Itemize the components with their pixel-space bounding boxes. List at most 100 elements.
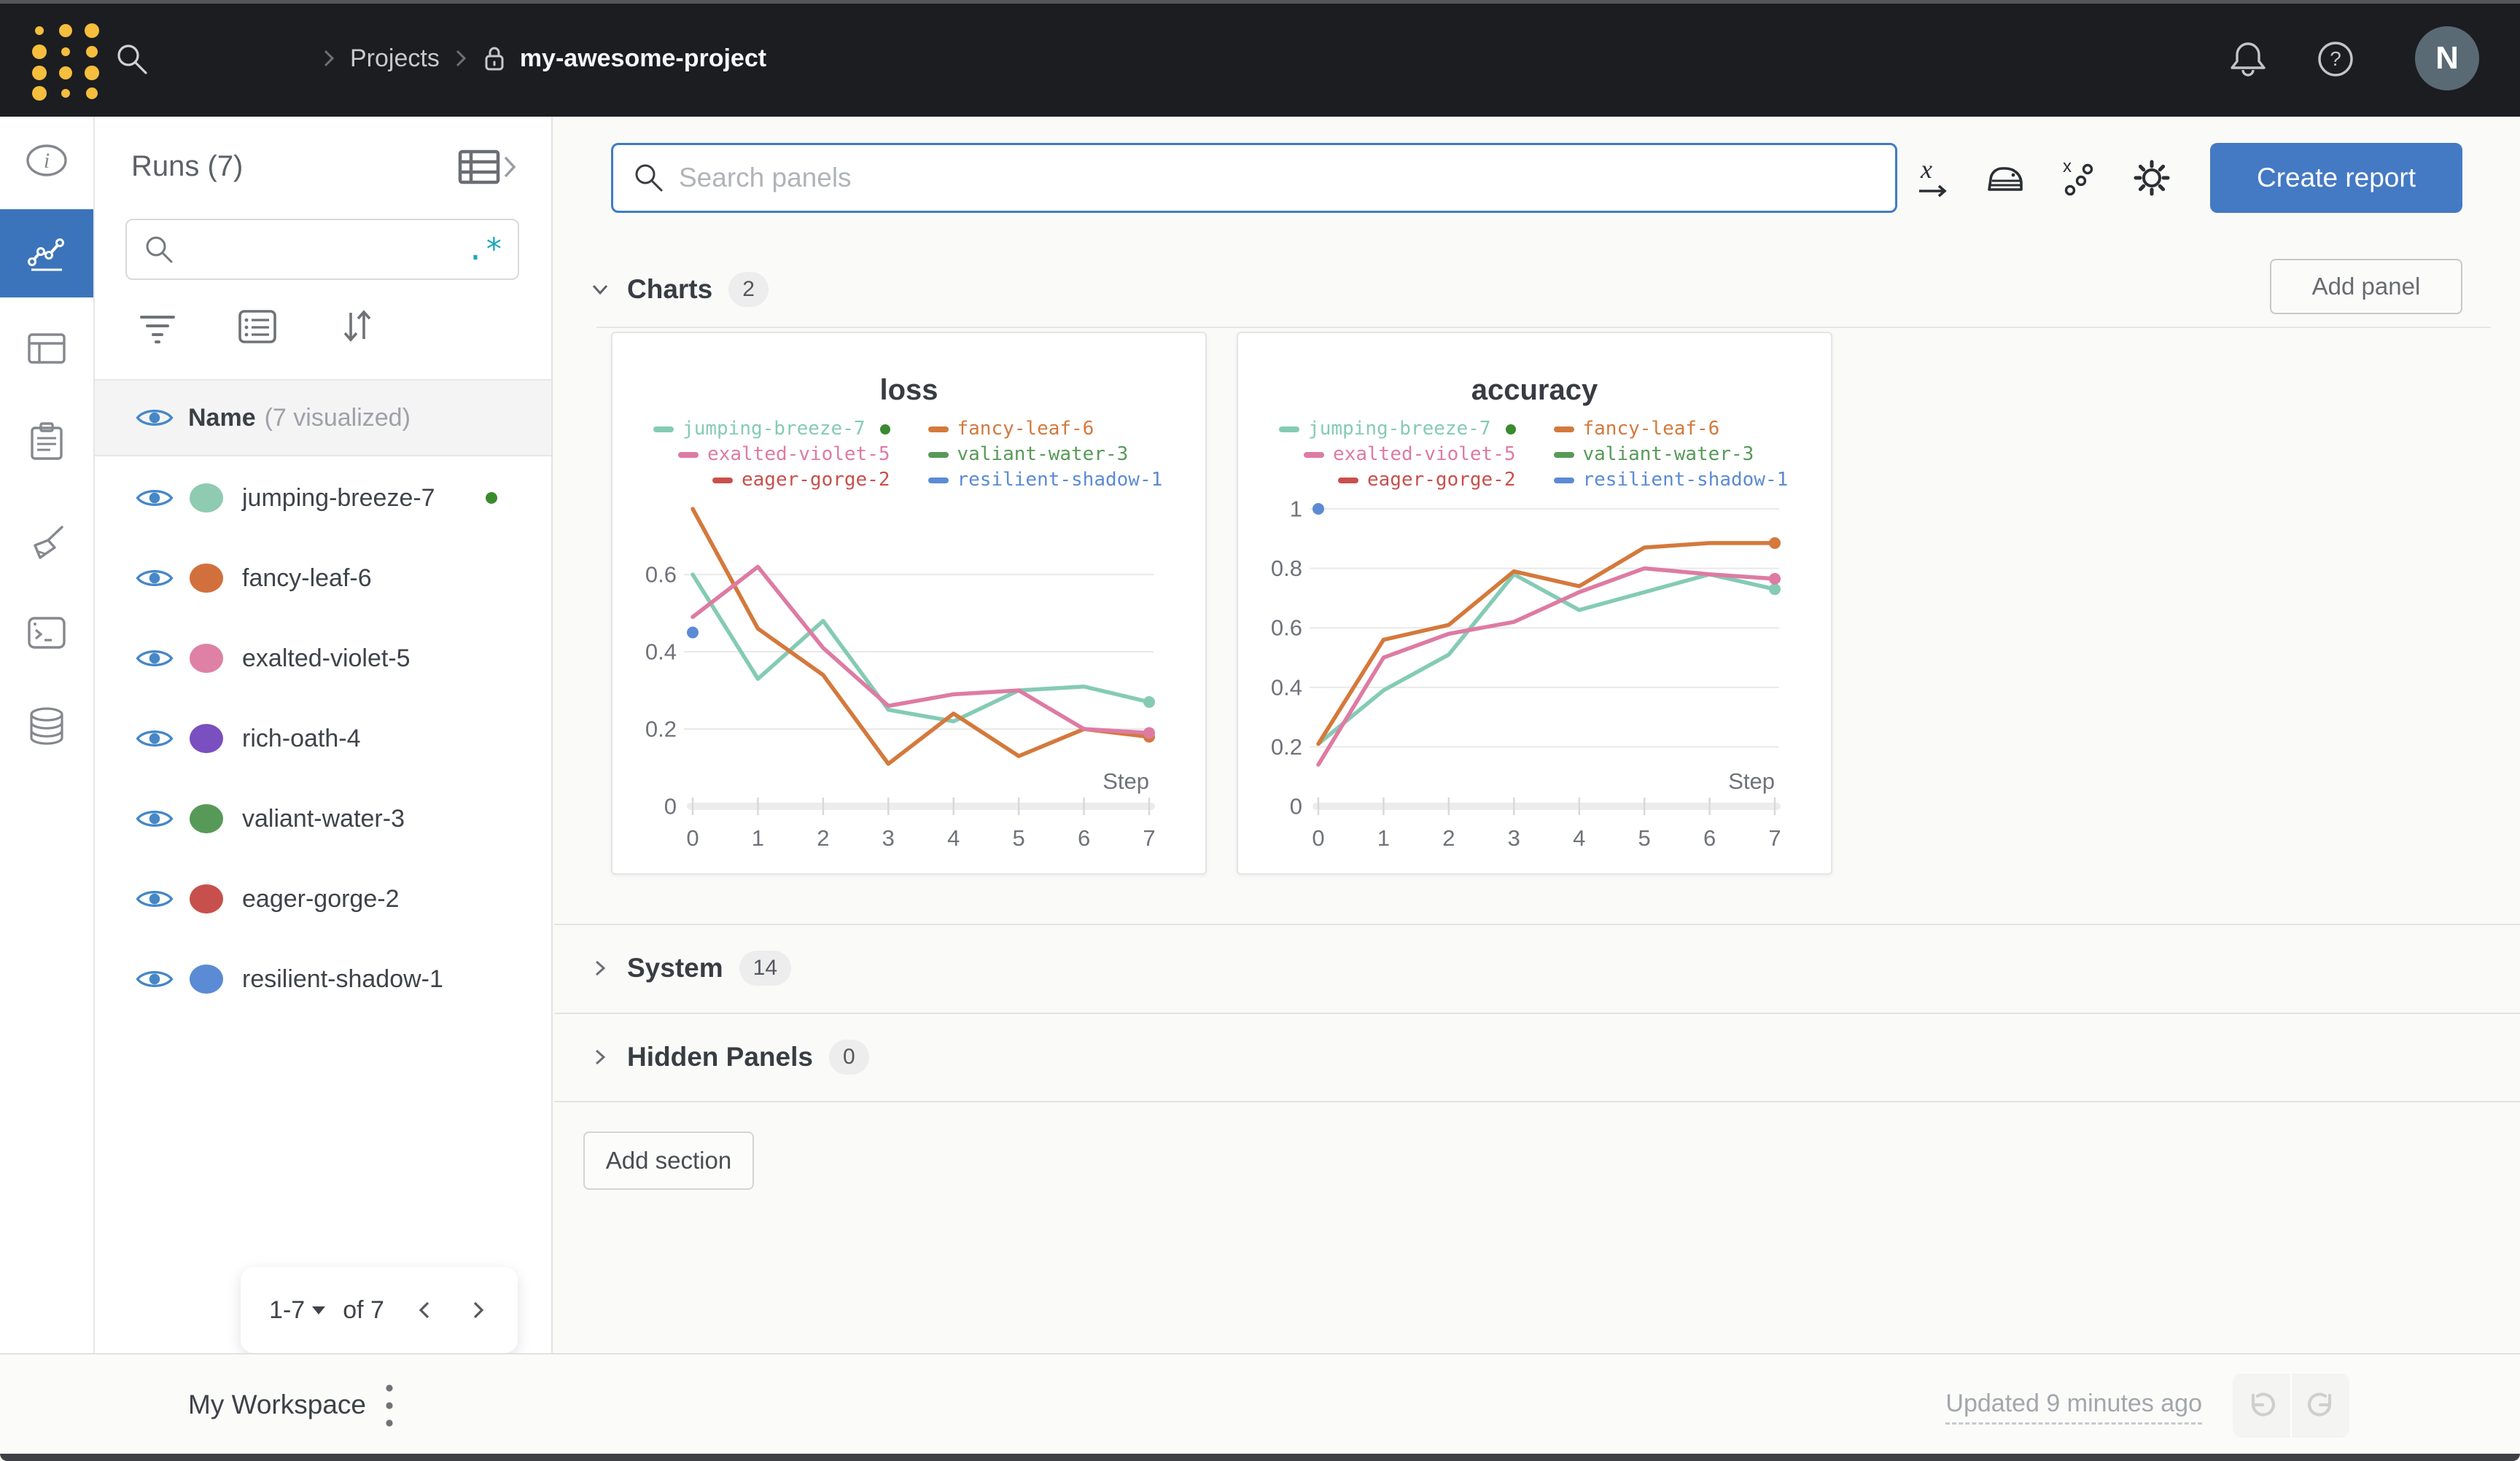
run-name: resilient-shadow-1 (242, 965, 443, 993)
chevron-right-icon (595, 960, 606, 976)
line-chart-icon (28, 238, 64, 270)
run-name: rich-oath-4 (242, 724, 361, 752)
redo-icon[interactable] (2292, 1374, 2349, 1438)
breadcrumb-chevron-icon (324, 50, 335, 67)
window-bottom-edge (0, 1454, 2520, 1461)
run-visibility-eye-icon[interactable] (136, 726, 174, 751)
legend-swatch (928, 426, 949, 432)
legend-item: exalted-violet-5 (1304, 442, 1516, 467)
svg-text:x: x (2063, 157, 2072, 176)
workspace-name: My Workspace (188, 1390, 366, 1419)
charts-header-divider (596, 327, 2491, 328)
run-color-dot (190, 965, 223, 994)
run-visibility-eye-icon[interactable] (136, 566, 174, 591)
x-axis-settings-icon[interactable]: x (1907, 152, 1959, 204)
sidebar-item-overview[interactable]: i (0, 120, 93, 201)
run-row[interactable]: exalted-violet-5 (95, 618, 551, 698)
svg-text:0: 0 (1312, 825, 1324, 851)
workspace-main: x x Create report Charts 2 Add panel los… (554, 117, 2520, 1353)
hidden-panels-section-header[interactable]: Hidden Panels 0 (589, 1034, 869, 1080)
toggle-all-visibility-eye-icon[interactable] (136, 405, 174, 430)
breadcrumb: Projects my-awesome-project (321, 0, 766, 117)
legend-swatch (928, 477, 949, 483)
chevron-right-icon (595, 1049, 606, 1065)
sidebar-item-terminal[interactable] (0, 592, 93, 674)
last-updated-text: Updated 9 minutes ago (1945, 1390, 2202, 1425)
legend-swatch (1553, 477, 1574, 483)
svg-text:0.8: 0.8 (1271, 556, 1302, 581)
svg-text:i: i (44, 149, 50, 173)
legend-item: exalted-violet-5 (678, 442, 890, 467)
smoothing-iron-icon[interactable] (1979, 152, 2031, 204)
breadcrumb-projects-link[interactable]: Projects (350, 44, 440, 73)
notifications-bell-icon[interactable] (2228, 39, 2268, 80)
run-running-indicator (486, 492, 497, 504)
svg-text:0.4: 0.4 (1271, 674, 1302, 700)
sidebar-item-logs[interactable] (0, 401, 93, 483)
breadcrumb-project-name[interactable]: my-awesome-project (520, 44, 766, 73)
sidebar-item-sweeps[interactable] (0, 501, 93, 583)
svg-text:3: 3 (1508, 825, 1520, 851)
run-row[interactable]: fancy-leaf-6 (95, 538, 551, 618)
help-icon[interactable]: ? (2316, 39, 2355, 79)
sort-icon[interactable] (332, 302, 381, 350)
run-row[interactable]: rich-oath-4 (95, 698, 551, 779)
terminal-icon (28, 617, 66, 649)
charts-count-badge: 2 (728, 272, 769, 307)
run-visibility-eye-icon[interactable] (136, 806, 174, 831)
legend-swatch (1338, 477, 1358, 483)
wandb-logo[interactable] (29, 19, 102, 104)
search-icon (146, 236, 173, 263)
svg-text:4: 4 (947, 825, 960, 851)
next-page-button[interactable] (466, 1297, 489, 1323)
runs-search-input[interactable] (185, 234, 467, 265)
global-search-icon[interactable] (114, 41, 150, 77)
legend-run-name: exalted-violet-5 (707, 443, 890, 465)
sidebar-item-tables[interactable] (0, 308, 93, 389)
add-section-button[interactable]: Add section (583, 1131, 754, 1190)
run-name: exalted-violet-5 (242, 644, 411, 672)
run-row[interactable]: resilient-shadow-1 (95, 939, 551, 1019)
run-row[interactable]: jumping-breeze-7 (95, 458, 551, 538)
outliers-scatter-icon[interactable]: x (2053, 152, 2106, 204)
hidden-panels-section-label: Hidden Panels (627, 1042, 813, 1072)
workspace-menu-kebab-icon[interactable] (373, 1379, 405, 1432)
svg-text:5: 5 (1013, 825, 1025, 851)
legend-run-name: exalted-violet-5 (1333, 443, 1516, 465)
group-list-icon[interactable] (233, 302, 281, 350)
create-report-button[interactable]: Create report (2210, 143, 2462, 213)
prev-page-button[interactable] (413, 1297, 437, 1323)
panel-search-input[interactable] (677, 162, 1895, 194)
run-name: fancy-leaf-6 (242, 564, 372, 592)
avatar[interactable]: N (2415, 26, 2479, 90)
sidebar-item-workspace[interactable] (0, 209, 93, 297)
legend-swatch (653, 426, 674, 432)
run-visibility-eye-icon[interactable] (136, 967, 174, 991)
filter-icon[interactable] (133, 302, 182, 350)
panel-card-accuracy[interactable]: accuracy jumping-breeze-7 fancy-leaf-6 exa… (1237, 332, 1832, 875)
open-runs-table-button[interactable] (456, 146, 521, 190)
charts-section-header[interactable]: Charts 2 (589, 266, 769, 313)
legend-item: jumping-breeze-7 (1279, 416, 1516, 442)
run-visibility-eye-icon[interactable] (136, 486, 174, 510)
regex-toggle[interactable]: .* (466, 234, 503, 265)
page-total: of 7 (343, 1296, 384, 1324)
svg-text:3: 3 (882, 825, 895, 851)
legend-swatch (1279, 426, 1300, 432)
svg-text:Step: Step (1728, 768, 1775, 794)
panel-card-loss[interactable]: loss jumping-breeze-7 fancy-leaf-6 exalted… (611, 332, 1207, 875)
run-color-dot (190, 884, 223, 913)
run-visibility-eye-icon[interactable] (136, 887, 174, 911)
undo-icon[interactable] (2233, 1374, 2292, 1438)
settings-gear-icon[interactable] (2126, 152, 2178, 204)
run-visibility-eye-icon[interactable] (136, 646, 174, 671)
system-section-header[interactable]: System 14 (589, 945, 792, 991)
legend-swatch (678, 451, 699, 458)
page-range-dropdown[interactable]: 1-7 (269, 1296, 326, 1325)
run-row[interactable]: eager-gorge-2 (95, 859, 551, 939)
legend-item: jumping-breeze-7 (653, 416, 890, 442)
sidebar-item-artifacts[interactable] (0, 685, 93, 767)
undo-redo-group (2233, 1374, 2349, 1438)
run-row[interactable]: valiant-water-3 (95, 779, 551, 859)
add-panel-button[interactable]: Add panel (2270, 259, 2462, 314)
